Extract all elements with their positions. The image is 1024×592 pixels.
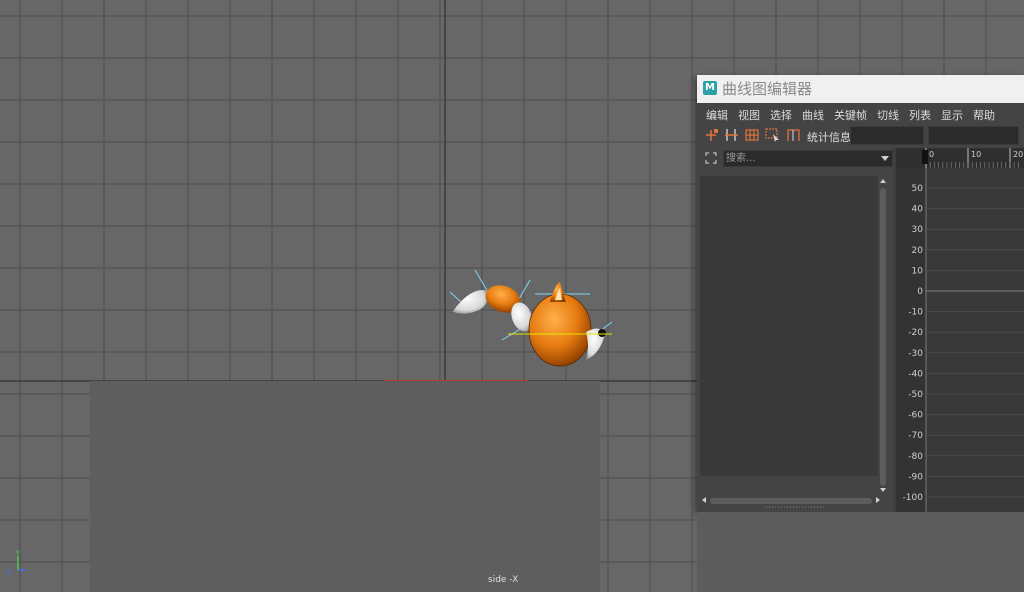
window-title: 曲线图编辑器 xyxy=(722,80,813,98)
move-key-icon[interactable] xyxy=(703,127,720,143)
bottom-panel xyxy=(697,512,1024,592)
value-tick-label: -100 xyxy=(903,493,924,503)
chevron-down-icon[interactable] xyxy=(881,156,889,161)
menu-show[interactable]: 显示 xyxy=(941,107,963,123)
ground-edge-line xyxy=(384,380,528,381)
menu-bar: 编辑 视图 选择 曲线 关键帧 切线 列表 显示 帮助 xyxy=(697,103,1024,125)
menu-edit[interactable]: 编辑 xyxy=(706,107,728,123)
scroll-right-icon[interactable] xyxy=(876,497,880,503)
outliner-list[interactable] xyxy=(700,176,878,476)
value-tick-label: 20 xyxy=(912,246,924,256)
value-tick-label: -80 xyxy=(908,452,923,462)
timeline-ruler xyxy=(896,148,1024,168)
stats-label: 统计信息 xyxy=(807,131,851,144)
stats-field-2[interactable] xyxy=(928,126,1019,145)
value-tick-label: 50 xyxy=(912,184,924,194)
menu-keys[interactable]: 关键帧 xyxy=(834,107,867,123)
scroll-up-icon[interactable] xyxy=(880,179,886,183)
value-tick-label: 0 xyxy=(917,287,923,297)
menu-view[interactable]: 视图 xyxy=(738,107,760,123)
insert-key-icon[interactable] xyxy=(723,127,740,143)
search-input[interactable] xyxy=(724,151,874,166)
value-tick-label: 30 xyxy=(912,225,924,235)
value-tick-label: -20 xyxy=(908,328,923,338)
fox-character-model[interactable] xyxy=(440,262,620,377)
value-tick-label: 40 xyxy=(912,205,924,215)
menu-tangents[interactable]: 切线 xyxy=(877,107,899,123)
curve-graph-canvas[interactable]: 0 10 20 50 40 30 20 10 0 -10 -20 -30 -40 -50 -60 -70 -80… xyxy=(896,148,1024,512)
axis-gizmo: Y Z xyxy=(7,550,26,576)
scroll-left-icon[interactable] xyxy=(702,497,706,503)
menu-select[interactable]: 选择 xyxy=(770,107,792,123)
outliner-vertical-scrollbar[interactable] xyxy=(878,178,888,492)
menu-list[interactable]: 列表 xyxy=(909,107,931,123)
value-tick-label: -40 xyxy=(908,369,923,379)
resize-grip[interactable] xyxy=(766,506,826,508)
axis-label-y: Y xyxy=(15,550,20,557)
value-tick-label: -90 xyxy=(908,472,923,482)
region-select-icon[interactable] xyxy=(764,127,781,143)
retime-icon[interactable] xyxy=(785,127,802,143)
menu-help[interactable]: 帮助 xyxy=(973,107,995,123)
current-time-marker xyxy=(922,150,928,164)
value-tick-label: -10 xyxy=(908,308,923,318)
search-box[interactable] xyxy=(723,150,893,167)
outliner-horizontal-scrollbar[interactable] xyxy=(700,496,892,506)
camera-label: side -X xyxy=(488,575,519,585)
horizontal-scroll-thumb[interactable] xyxy=(710,498,872,504)
window-titlebar[interactable]: M 曲线图编辑器 xyxy=(697,75,1024,103)
value-tick-label: 10 xyxy=(912,266,924,276)
lattice-icon[interactable] xyxy=(744,127,761,143)
value-tick-label: -50 xyxy=(908,390,923,400)
ground-plane xyxy=(90,381,600,592)
maya-app-icon: M xyxy=(703,81,717,95)
curve-graph-view[interactable]: 0 10 20 50 40 30 20 10 0 -10 -20 -30 -40 -50 -60 -70 -80… xyxy=(896,148,1024,512)
menu-curves[interactable]: 曲线 xyxy=(802,107,824,123)
value-tick-label: -30 xyxy=(908,349,923,359)
value-tick-label: -70 xyxy=(908,431,923,441)
graph-editor-window[interactable]: M 曲线图编辑器 编辑 视图 选择 曲线 关键帧 切线 列表 显示 帮助 统计信… xyxy=(697,75,1024,512)
search-row xyxy=(700,148,894,168)
timeline-tick-label: 20 xyxy=(1013,150,1023,159)
value-tick-label: -60 xyxy=(908,411,923,421)
curve-outliner xyxy=(700,148,894,512)
scroll-down-icon[interactable] xyxy=(880,488,886,492)
vertical-scroll-thumb[interactable] xyxy=(880,188,886,486)
timeline-tick-label: 0 xyxy=(929,150,934,159)
stats-field-1[interactable] xyxy=(850,126,924,145)
axis-label-z: Z xyxy=(7,569,11,576)
filter-icon[interactable] xyxy=(704,151,718,165)
timeline-tick-label: 10 xyxy=(971,150,981,159)
